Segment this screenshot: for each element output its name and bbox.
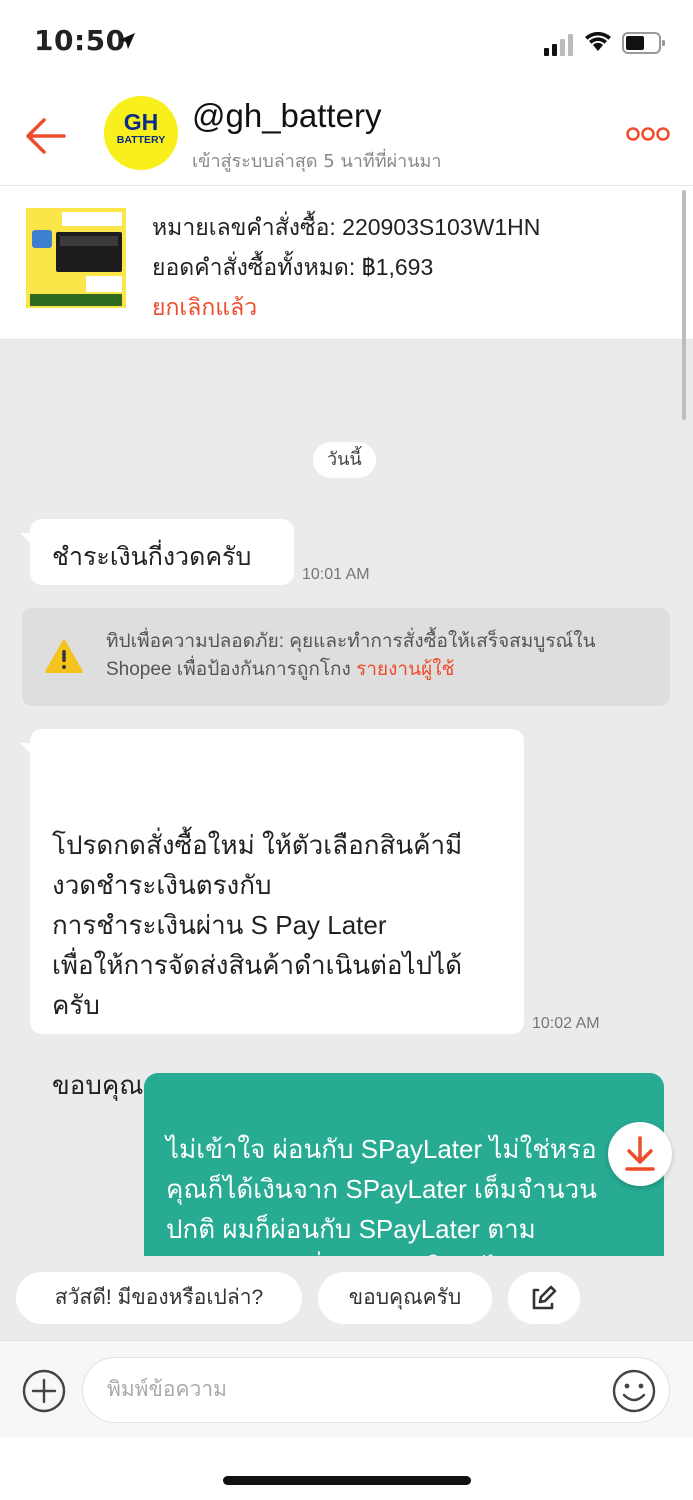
product-thumbnail xyxy=(26,208,126,308)
message-text: ไม่เข้าใจ ผ่อนกับ SPayLater ไม่ใช่หรอ คุ… xyxy=(166,1134,597,1273)
more-dots-icon xyxy=(626,127,670,141)
location-arrow-icon xyxy=(118,32,136,54)
edit-icon xyxy=(532,1285,557,1310)
order-total: ยอดคำสั่งซื้อทั้งหมด: ฿1,693 xyxy=(152,254,434,280)
quick-replies: สวัสดี! มีของหรือเปล่า? ขอบคุณครับ xyxy=(0,1266,693,1336)
message-input-field[interactable] xyxy=(82,1357,670,1423)
incoming-message[interactable]: โปรดกดสั่งซื้อใหม่ ให้ตัวเลือกสินค้ามี ง… xyxy=(20,729,524,1100)
date-separator: วันนี้ xyxy=(313,442,376,478)
safety-tip-banner: ทิปเพื่อความปลอดภัย: คุยและทำการสั่งซื้อ… xyxy=(22,608,670,706)
message-text: ชำระเงินกี่งวดครับ xyxy=(52,543,252,571)
bubble-tail xyxy=(20,743,34,757)
wifi-icon xyxy=(584,30,612,56)
cellular-signal-icon xyxy=(544,34,576,60)
shop-avatar[interactable]: GH BATTERY xyxy=(104,96,178,170)
status-time: 10:50 xyxy=(34,24,126,57)
safety-tip-text: ทิปเพื่อความปลอดภัย: คุยและทำการสั่งซื้อ… xyxy=(106,628,654,684)
message-text: โปรดกดสั่งซื้อใหม่ ให้ตัวเลือกสินค้ามี ง… xyxy=(52,830,463,1100)
scroll-to-bottom-button[interactable] xyxy=(608,1122,672,1186)
order-number: หมายเลขคำสั่งซื้อ: 220903S103W1HN xyxy=(152,214,541,240)
outgoing-message[interactable]: ไม่เข้าใจ ผ่อนกับ SPayLater ไม่ใช่หรอ คุ… xyxy=(144,1073,664,1273)
incoming-message[interactable]: ชำระเงินกี่งวดครับ xyxy=(20,519,294,585)
bubble-tail xyxy=(20,533,34,547)
home-indicator-area xyxy=(0,1438,693,1500)
status-bar: 10:50 xyxy=(0,0,693,88)
quick-reply-chip[interactable]: ขอบคุณครับ xyxy=(318,1272,492,1324)
tip-message: ทิปเพื่อความปลอดภัย: คุยและทำการสั่งซื้อ… xyxy=(106,631,596,680)
report-user-link[interactable]: รายงานผู้ใช้ xyxy=(356,659,454,680)
message-input-bar xyxy=(0,1340,693,1438)
home-indicator[interactable] xyxy=(223,1476,471,1485)
chat-scrollbar[interactable] xyxy=(682,190,686,420)
smiley-icon xyxy=(612,1369,656,1413)
emoji-button[interactable] xyxy=(611,1368,657,1418)
back-arrow-icon xyxy=(26,118,66,154)
chat-header: GH BATTERY @gh_battery เข้าสู่ระบบล่าสุด… xyxy=(0,88,693,186)
battery-icon xyxy=(622,32,666,58)
order-status: ยกเลิกแล้ว xyxy=(152,294,258,320)
message-time: 10:02 AM xyxy=(532,1015,600,1032)
quick-reply-chip[interactable]: สวัสดี! มีของหรือเปล่า? xyxy=(16,1272,302,1324)
attach-button[interactable] xyxy=(22,1369,66,1417)
logo-text-battery: BATTERY xyxy=(116,134,166,146)
edit-quick-replies-button[interactable] xyxy=(508,1272,580,1324)
order-card[interactable]: หมายเลขคำสั่งซื้อ: 220903S103W1HN ยอดคำส… xyxy=(0,186,693,340)
plus-circle-icon xyxy=(22,1369,66,1413)
more-options-button[interactable] xyxy=(626,126,670,142)
message-input[interactable] xyxy=(107,1370,607,1410)
download-arrow-icon xyxy=(625,1136,655,1171)
last-seen-status: เข้าสู่ระบบล่าสุด 5 นาทีที่ผ่านมา xyxy=(192,151,442,172)
message-time: 10:01 AM xyxy=(302,566,370,583)
logo-text-gh: GH xyxy=(123,109,159,135)
back-button[interactable] xyxy=(22,112,70,160)
warning-icon xyxy=(44,638,84,678)
shop-name[interactable]: @gh_battery xyxy=(192,97,381,135)
